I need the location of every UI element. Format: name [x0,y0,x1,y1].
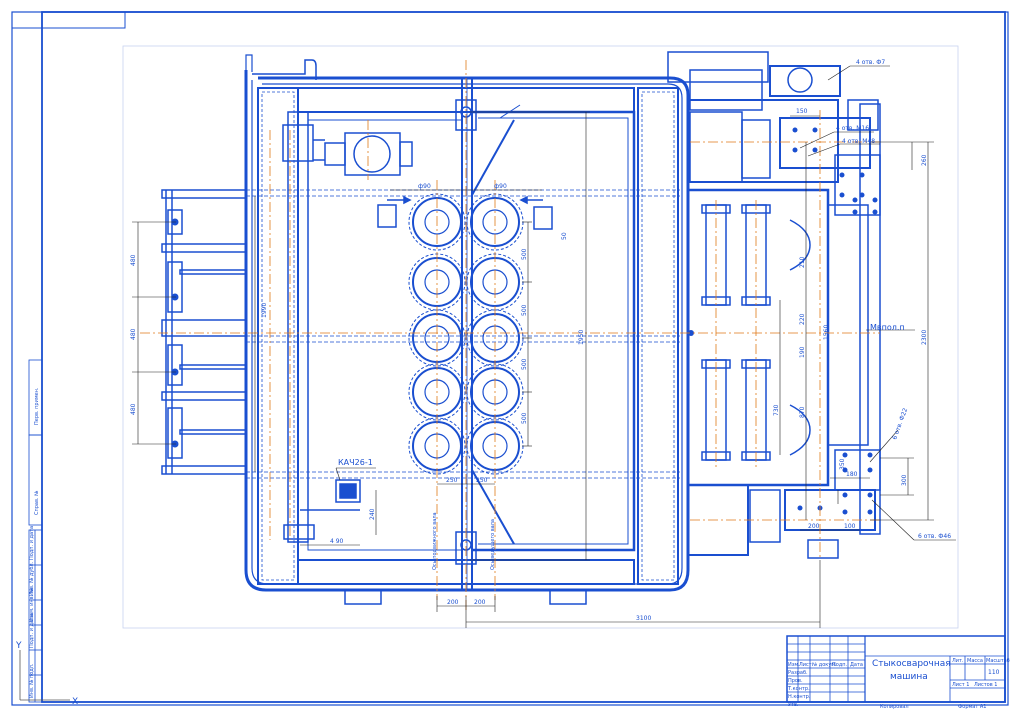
dim-480-c: 480 [130,403,137,415]
dim-730: 730 [773,404,780,416]
format-label: Формат А1 [958,704,986,710]
axis-x-label: X [72,697,78,707]
dim-210: 210 [799,256,806,268]
drawing-canvas: Перв. примен. Справ. № Подп. и дата Инв.… [0,0,1016,710]
mass-label: Масса [967,658,983,664]
stamp-inv-podl: Инв. № подл. [29,663,35,698]
dim-480-a: 480 [130,254,137,266]
dim-250-b: 250 [476,477,488,484]
dim-870: 870 [799,406,806,418]
tb-person-razrab: Разраб. [788,670,808,676]
dim-500-d: 500 [521,412,528,424]
sheet-label: Лист 1 [952,682,969,688]
dim-500-c: 500 [521,358,528,370]
sheet-code: 110 [988,669,1000,676]
stamp-perv-primen: Перв. примен. [34,387,40,425]
label-axis-a: Ось подвижного вала [432,512,438,570]
dim-180: 180 [846,471,858,478]
dim-220: 220 [799,313,806,325]
dim-1950: 1950 [578,330,585,345]
stamp-sprav: Справ. № [34,490,40,515]
label-bolt-top: 4 отв. Ф7 [856,59,885,66]
dim-d90-b: ф90 [494,183,507,190]
dim-200-b: 200 [474,599,486,606]
dim-190: 190 [799,346,806,358]
title-line-2: машина [890,672,928,682]
dim-500-a: 500 [521,248,528,260]
tb-row-list: Лист [799,662,812,668]
tb-person-utv: Утв. [788,702,799,708]
label-mvpol: Мвпол.п [870,323,905,332]
dim-1560: 1560 [823,325,830,340]
tb-person-nkontr: Н.контр. [788,694,811,700]
dim-200-c: 200 [808,523,820,530]
dim-350: 350 [839,458,846,470]
dim-300: 300 [901,474,908,486]
label-bolt-m16: 4 отв. М16 [836,125,869,132]
sheets-label: Листов 1 [974,682,997,688]
dim-100: 100 [844,523,856,530]
lit-label: Лит. [952,658,964,664]
dim-50: 50 [561,232,568,240]
title-line-1: Стыкосварочная [872,659,951,669]
tb-row-podp: Подп. [832,662,848,668]
scale-label: Масштаб [986,658,1010,664]
copied-label: Копировал [880,704,909,710]
dim-d90-a: ф90 [418,183,431,190]
dim-1990: 1990 [261,303,268,318]
dim-500-b: 500 [521,304,528,316]
label-bolt-m48: 4 отв. М48 [842,138,875,145]
dim-480-b: 480 [130,328,137,340]
dim-3100: 3100 [636,615,651,622]
dim-4x90: 4 90 [330,538,344,545]
label-axis-b: Ось ведущего вала [490,519,496,570]
label-bolt-d46: 6 отв. Ф46 [918,533,951,540]
dim-240: 240 [369,508,376,520]
axis-y-label: Y [15,641,22,651]
tb-person-tkontr: Т.контр. [787,686,810,692]
dim-260: 260 [921,154,928,166]
stamp-podp-1: Подп. и дата [29,526,35,560]
dim-150: 150 [796,108,808,115]
dim-250-a: 250 [446,477,458,484]
stamp-podp-2: Подп. и дата [29,614,35,648]
dim-2300: 2300 [921,330,928,345]
tb-person-prov: Пров. [788,678,803,684]
dim-200-a: 200 [447,599,459,606]
label-kanch: КАЧ26-1 [338,458,373,467]
tb-row-data: Дата [850,662,863,668]
